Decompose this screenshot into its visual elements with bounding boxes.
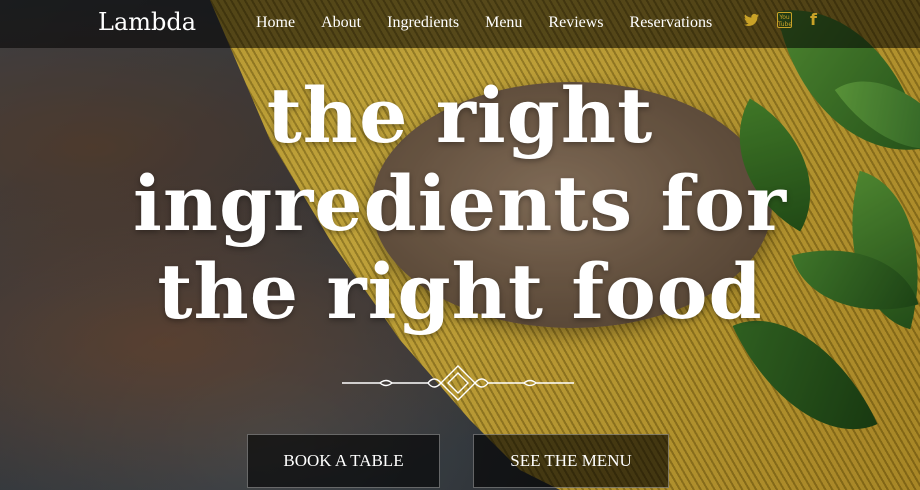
- hero-headline: the right ingredients for the right food: [0, 72, 920, 336]
- headline-line: ingredients for: [132, 159, 788, 248]
- nav-link-about[interactable]: About: [321, 14, 361, 32]
- nav-link-home[interactable]: Home: [256, 14, 295, 32]
- decorative-divider-icon: [342, 365, 574, 401]
- nav-link-reservations[interactable]: Reservations: [630, 14, 713, 32]
- youtube-icon[interactable]: You Tube: [777, 12, 792, 28]
- twitter-icon[interactable]: [744, 13, 759, 27]
- nav-link-ingredients[interactable]: Ingredients: [387, 14, 459, 32]
- youtube-icon-text: You Tube: [777, 12, 793, 28]
- headline-line: the right food: [157, 247, 763, 336]
- facebook-icon[interactable]: f: [810, 12, 817, 28]
- see-menu-button[interactable]: SEE THE MENU: [473, 434, 669, 488]
- social-links: You Tube f: [744, 12, 835, 28]
- nav-link-menu[interactable]: Menu: [485, 14, 522, 32]
- brand-logo[interactable]: Lambda: [98, 8, 196, 36]
- book-table-button[interactable]: BOOK A TABLE: [247, 434, 440, 488]
- headline-line: the right: [266, 71, 654, 160]
- hero-section: Lambda Home About Ingredients Menu Revie…: [0, 0, 920, 490]
- main-nav: Home About Ingredients Menu Reviews Rese…: [256, 14, 738, 32]
- top-navbar: Lambda Home About Ingredients Menu Revie…: [0, 0, 920, 48]
- nav-link-reviews[interactable]: Reviews: [548, 14, 603, 32]
